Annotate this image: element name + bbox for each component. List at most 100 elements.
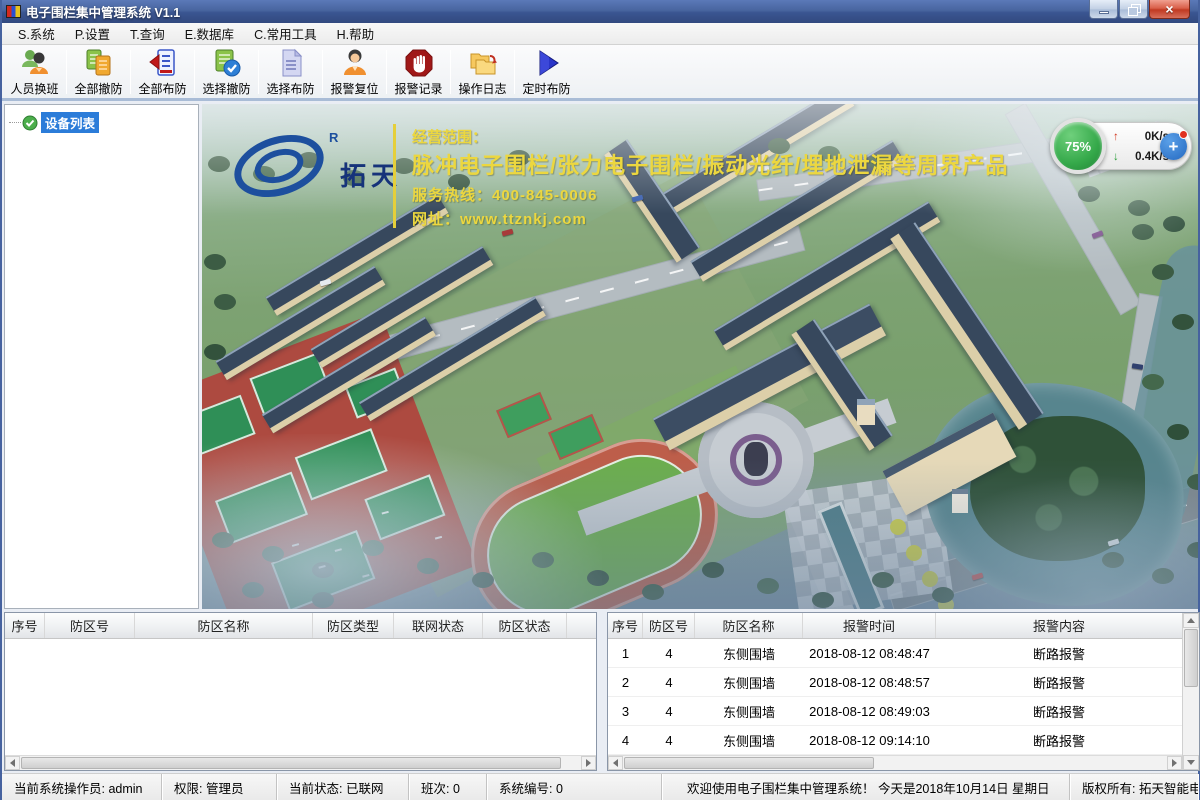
notification-dot <box>1179 130 1188 139</box>
title-bar: 电子围栏集中管理系统 V1.1 × <box>2 0 1198 23</box>
website: 网址：www.ttznkj.com <box>412 208 587 229</box>
toolbar-label: 全部撤防 <box>74 80 122 97</box>
column-header[interactable]: 序号 <box>5 613 45 638</box>
column-header[interactable]: 联网状态 <box>394 613 483 638</box>
toolbar: 人员换班 全部撤防 全部布防 选择撤防 选择布防 报警复位 报警 <box>2 45 1198 101</box>
operation-log-button[interactable]: 操作日志 <box>453 47 512 97</box>
cell-alarm-time: 2018-08-12 08:48:47 <box>803 639 936 667</box>
tree-item-device-list[interactable]: 设备列表 <box>9 112 194 133</box>
upload-arrow-icon: ↑ <box>1113 127 1119 147</box>
select-arm-button[interactable]: 选择布防 <box>261 47 320 97</box>
main-content: 设备列表 <box>2 101 1198 609</box>
scroll-left-button[interactable] <box>5 756 20 770</box>
status-shift: 班次: 0 <box>409 774 487 800</box>
toolbar-label: 人员换班 <box>10 80 58 97</box>
shift-change-button[interactable]: 人员换班 <box>5 47 64 97</box>
menu-tools[interactable]: C.常用工具 <box>244 21 327 46</box>
select-arm-icon <box>275 47 307 79</box>
toolbar-separator <box>514 50 515 94</box>
window-controls: × <box>1088 0 1190 19</box>
column-header-filler <box>567 613 596 638</box>
scroll-left-button[interactable] <box>608 756 623 770</box>
cell-zone-name: 东侧围墙 <box>695 668 803 696</box>
download-arrow-icon: ↓ <box>1113 147 1119 167</box>
table-row[interactable]: 2 4 东侧围墙 2018-08-12 08:48:57 断路报警 <box>608 668 1182 697</box>
toolbar-label: 选择撤防 <box>202 80 250 97</box>
toolbar-separator <box>386 50 387 94</box>
cell-seq: 1 <box>608 639 643 667</box>
alarm-reset-icon <box>339 47 371 79</box>
cell-zone-no: 4 <box>643 668 695 696</box>
toolbar-separator <box>66 50 67 94</box>
cell-zone-no: 4 <box>643 639 695 667</box>
window-title: 电子围栏集中管理系统 V1.1 <box>26 2 180 21</box>
horizontal-scrollbar[interactable] <box>5 755 596 770</box>
scroll-right-button[interactable] <box>1167 756 1182 770</box>
column-header[interactable]: 报警内容 <box>936 613 1182 638</box>
status-welcome: 欢迎使用电子围栏集中管理系统！ 今天是2018年10月14日 星期日 <box>662 774 1070 800</box>
scroll-down-button[interactable] <box>1183 755 1199 770</box>
company-banner: R 拓天 经营范围： 脉冲电子围栏/张力电子围栏/振动光纤/埋地泄漏等周界产品 … <box>230 116 1170 236</box>
menu-settings[interactable]: P.设置 <box>65 21 120 46</box>
column-header[interactable]: 防区号 <box>643 613 695 638</box>
restore-button[interactable] <box>1119 0 1148 19</box>
cell-alarm-content: 断路报警 <box>936 697 1182 725</box>
status-copyright: 版权所有: 拓天智能电子科技有限 <box>1070 774 1198 800</box>
clock-tower <box>857 399 875 425</box>
vertical-scrollbar[interactable] <box>1182 613 1199 770</box>
horizontal-scrollbar[interactable] <box>608 755 1182 770</box>
table-row[interactable]: 1 4 东侧围墙 2018-08-12 08:48:47 断路报警 <box>608 639 1182 668</box>
alarm-reset-button[interactable]: 报警复位 <box>325 47 384 97</box>
scroll-up-button[interactable] <box>1183 613 1199 628</box>
status-connection: 当前状态: 已联网 <box>277 774 409 800</box>
menu-query[interactable]: T.查询 <box>120 21 175 46</box>
disarm-all-icon <box>83 47 115 79</box>
menu-system[interactable]: S.系统 <box>8 21 65 46</box>
toolbar-separator <box>130 50 131 94</box>
cell-alarm-time: 2018-08-12 09:14:10 <box>803 726 936 754</box>
disarm-all-button[interactable]: 全部撤防 <box>69 47 128 97</box>
table-splitter[interactable] <box>597 612 607 771</box>
cell-alarm-time: 2018-08-12 08:49:03 <box>803 697 936 725</box>
toolbar-label: 全部布防 <box>138 80 186 97</box>
status-permission: 权限: 管理员 <box>162 774 277 800</box>
status-bar: 当前系统操作员: admin 权限: 管理员 当前状态: 已联网 班次: 0 系… <box>2 773 1198 800</box>
app-icon <box>6 5 21 18</box>
cell-zone-no: 4 <box>643 697 695 725</box>
column-header[interactable]: 防区名称 <box>695 613 803 638</box>
column-header[interactable]: 防区号 <box>45 613 135 638</box>
mist <box>202 459 1198 609</box>
menu-help[interactable]: H.帮助 <box>327 21 385 46</box>
column-header[interactable]: 报警时间 <box>803 613 936 638</box>
usage-gauge: 75% <box>1050 118 1106 174</box>
timed-arm-button[interactable]: 定时布防 <box>517 47 576 97</box>
column-header[interactable]: 防区名称 <box>135 613 313 638</box>
menu-database[interactable]: E.数据库 <box>175 21 244 46</box>
scrollbar-thumb[interactable] <box>1184 629 1198 687</box>
scrollbar-thumb[interactable] <box>21 757 561 769</box>
net-speed-widget[interactable]: 75% ↑0K/s ↓0.4K/s + <box>1054 122 1192 170</box>
column-header[interactable]: 序号 <box>608 613 643 638</box>
minimize-button[interactable] <box>1089 0 1118 19</box>
registered-trademark: R <box>329 130 338 145</box>
trees <box>204 254 226 270</box>
scrollbar-thumb[interactable] <box>624 757 874 769</box>
device-tree-panel: 设备列表 <box>4 104 199 609</box>
table-row[interactable]: 4 4 东侧围墙 2018-08-12 09:14:10 断路报警 <box>608 726 1182 755</box>
toolbar-label: 报警复位 <box>330 80 378 97</box>
table-row[interactable]: 3 4 东侧围墙 2018-08-12 08:49:03 断路报警 <box>608 697 1182 726</box>
company-logo-icon <box>233 137 325 195</box>
column-header[interactable]: 防区类型 <box>313 613 394 638</box>
status-system-no: 系统编号: 0 <box>487 774 662 800</box>
column-header[interactable]: 防区状态 <box>483 613 567 638</box>
toolbar-label: 报警记录 <box>394 80 442 97</box>
banner-divider <box>393 124 396 228</box>
alarm-table-header: 序号 防区号 防区名称 报警时间 报警内容 <box>608 613 1182 639</box>
close-button[interactable]: × <box>1149 0 1190 19</box>
alarm-record-button[interactable]: 报警记录 <box>389 47 448 97</box>
tree-item-label: 设备列表 <box>41 112 99 133</box>
select-disarm-button[interactable]: 选择撤防 <box>197 47 256 97</box>
cell-alarm-content: 断路报警 <box>936 668 1182 696</box>
scroll-right-button[interactable] <box>581 756 596 770</box>
arm-all-button[interactable]: 全部布防 <box>133 47 192 97</box>
